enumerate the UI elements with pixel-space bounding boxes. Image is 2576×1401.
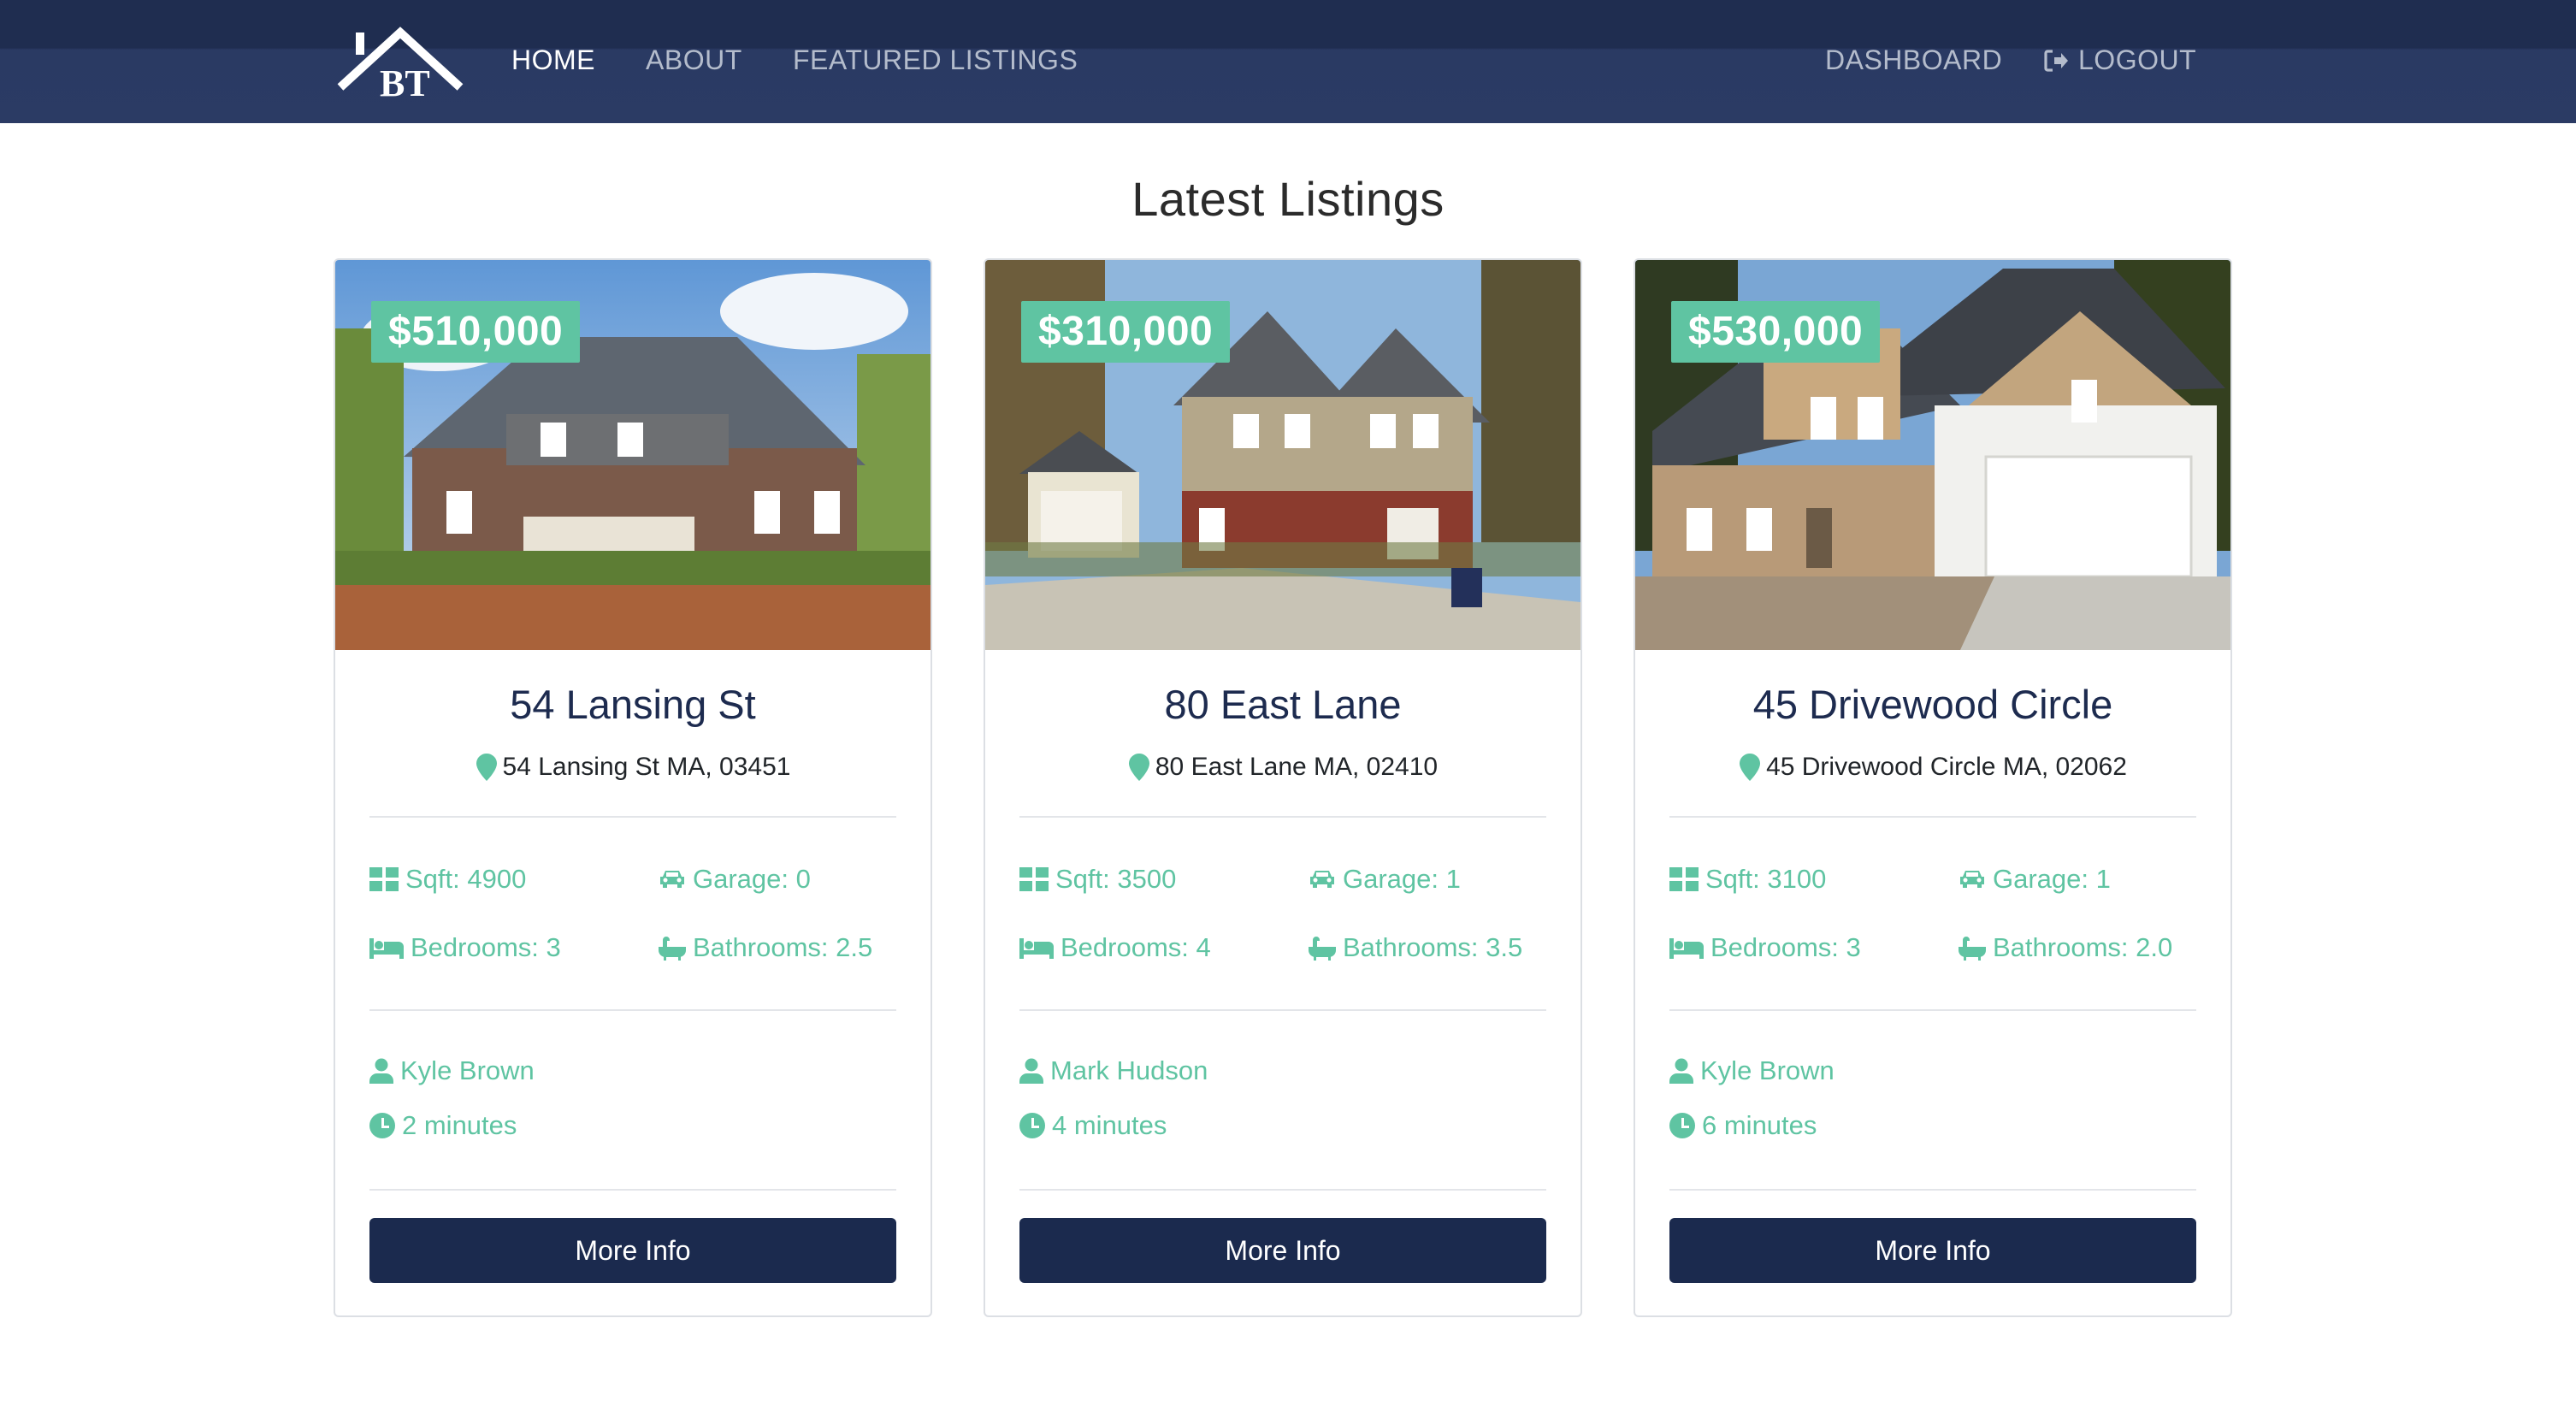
- listing-photo: $510,000: [335, 260, 931, 650]
- section-title: Latest Listings: [1131, 172, 1445, 226]
- divider: [1019, 816, 1546, 818]
- bathrooms-text: Bathrooms: 2.0: [1993, 932, 2173, 962]
- grid-icon: [1019, 867, 1049, 891]
- bed-icon: [369, 938, 404, 959]
- agent-name: Kyle Brown: [400, 1055, 535, 1085]
- address-text: 54 Lansing St MA, 03451: [502, 753, 791, 781]
- brand-logo[interactable]: BT: [337, 26, 465, 104]
- feature-sqft: Sqft: 3100: [1669, 864, 1826, 895]
- agent-name: Kyle Brown: [1700, 1055, 1835, 1085]
- feature-garage: Garage: 0: [659, 864, 811, 895]
- house-logo-icon: BT: [337, 27, 464, 104]
- feature-bathrooms: Bathrooms: 3.5: [1309, 932, 1522, 963]
- nav-home[interactable]: HOME: [511, 44, 595, 76]
- car-icon: [1960, 871, 1984, 888]
- feature-sqft: Sqft: 4900: [369, 864, 526, 895]
- brand-text: BT: [380, 62, 430, 99]
- divider: [1669, 1189, 2196, 1191]
- grid-icon: [1669, 867, 1699, 891]
- map-marker-icon: [1740, 754, 1761, 781]
- feature-garage: Garage: 1: [1959, 864, 2111, 895]
- listing-title: 54 Lansing St: [510, 682, 756, 727]
- bed-icon: [1669, 938, 1704, 959]
- listing-address: 54 Lansing St MA, 03451: [335, 753, 931, 782]
- divider: [1019, 1189, 1546, 1191]
- listing-card: $510,000 54 Lansing St 54 Lansing St MA,…: [334, 258, 932, 1317]
- more-info-button[interactable]: More Info: [1669, 1218, 2196, 1283]
- listing-agent: Kyle Brown: [369, 1055, 535, 1086]
- bath-icon: [659, 937, 686, 961]
- sign-out-icon: [2044, 49, 2068, 72]
- price-badge: $310,000: [1021, 301, 1231, 363]
- clock-icon: [369, 1113, 395, 1138]
- bedrooms-text: Bedrooms: 3: [411, 932, 561, 962]
- listing-title: 80 East Lane: [1164, 682, 1402, 727]
- listing-card: $310,000 80 East Lane 80 East Lane MA, 0…: [984, 258, 1582, 1317]
- sqft-text: Sqft: 4900: [405, 864, 527, 894]
- nav-about[interactable]: ABOUT: [646, 44, 742, 76]
- nav-dashboard[interactable]: DASHBOARD: [1825, 44, 2002, 76]
- divider: [369, 816, 896, 818]
- listing-time: 6 minutes: [1669, 1110, 1817, 1141]
- clock-icon: [1669, 1113, 1695, 1138]
- feature-bedrooms: Bedrooms: 4: [1019, 932, 1211, 963]
- more-info-button[interactable]: More Info: [369, 1218, 896, 1283]
- divider: [1669, 816, 2196, 818]
- divider: [1669, 1009, 2196, 1011]
- garage-text: Garage: 1: [1993, 864, 2111, 894]
- sqft-text: Sqft: 3100: [1705, 864, 1827, 894]
- car-icon: [1310, 871, 1334, 888]
- feature-garage: Garage: 1: [1309, 864, 1461, 895]
- price-badge: $530,000: [1671, 301, 1881, 363]
- time-text: 4 minutes: [1052, 1110, 1167, 1140]
- time-text: 6 minutes: [1702, 1110, 1817, 1140]
- price-badge: $510,000: [371, 301, 581, 363]
- feature-bathrooms: Bathrooms: 2.5: [659, 932, 872, 963]
- user-icon: [1669, 1058, 1693, 1084]
- user-icon: [369, 1058, 393, 1084]
- more-info-button[interactable]: More Info: [1019, 1218, 1546, 1283]
- map-marker-icon: [476, 754, 497, 781]
- sqft-text: Sqft: 3500: [1055, 864, 1177, 894]
- address-text: 80 East Lane MA, 02410: [1155, 753, 1439, 781]
- feature-sqft: Sqft: 3500: [1019, 864, 1176, 895]
- listing-agent: Kyle Brown: [1669, 1055, 1835, 1086]
- time-text: 2 minutes: [402, 1110, 517, 1140]
- feature-bedrooms: Bedrooms: 3: [369, 932, 561, 963]
- bathrooms-text: Bathrooms: 3.5: [1343, 932, 1523, 962]
- bath-icon: [1959, 937, 1986, 961]
- feature-bathrooms: Bathrooms: 2.0: [1959, 932, 2172, 963]
- nav-logout[interactable]: LOGOUT: [2042, 44, 2196, 76]
- clock-icon: [1019, 1113, 1045, 1138]
- map-marker-icon: [1128, 754, 1149, 781]
- bathrooms-text: Bathrooms: 2.5: [693, 932, 873, 962]
- listing-time: 4 minutes: [1019, 1110, 1167, 1141]
- agent-name: Mark Hudson: [1050, 1055, 1208, 1085]
- listing-agent: Mark Hudson: [1019, 1055, 1208, 1086]
- user-icon: [1019, 1058, 1043, 1084]
- bath-icon: [1309, 937, 1336, 961]
- listing-time: 2 minutes: [369, 1110, 517, 1141]
- divider: [1019, 1009, 1546, 1011]
- listing-photo: $310,000: [985, 260, 1580, 650]
- navbar: BT HOME ABOUT FEATURED LISTINGS DASHBOAR…: [0, 0, 2576, 123]
- nav-featured-listings[interactable]: FEATURED LISTINGS: [793, 44, 1078, 76]
- bedrooms-text: Bedrooms: 3: [1710, 932, 1861, 962]
- bedrooms-text: Bedrooms: 4: [1061, 932, 1211, 962]
- listing-photo: $530,000: [1635, 260, 2230, 650]
- garage-text: Garage: 0: [693, 864, 811, 894]
- divider: [369, 1009, 896, 1011]
- address-text: 45 Drivewood Circle MA, 02062: [1766, 753, 2127, 781]
- car-icon: [660, 871, 684, 888]
- listing-address: 45 Drivewood Circle MA, 02062: [1635, 753, 2230, 782]
- bed-icon: [1019, 938, 1054, 959]
- divider: [369, 1189, 896, 1191]
- listing-address: 80 East Lane MA, 02410: [985, 753, 1580, 782]
- listing-card: $530,000 45 Drivewood Circle 45 Drivewoo…: [1634, 258, 2232, 1317]
- grid-icon: [369, 867, 399, 891]
- listing-title: 45 Drivewood Circle: [1752, 682, 2113, 727]
- logout-label: LOGOUT: [2078, 44, 2197, 75]
- feature-bedrooms: Bedrooms: 3: [1669, 932, 1861, 963]
- garage-text: Garage: 1: [1343, 864, 1461, 894]
